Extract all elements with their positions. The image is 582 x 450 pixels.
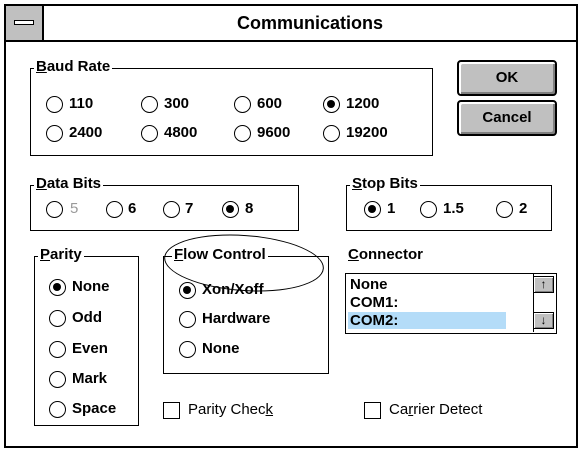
baud-label-300[interactable]: 300 xyxy=(164,95,189,113)
baud-label-4800[interactable]: 4800 xyxy=(164,124,197,142)
system-menu-button[interactable] xyxy=(6,6,44,40)
baud-radio-110[interactable] xyxy=(46,96,63,113)
connector-listbox[interactable]: None COM1: COM2: ↑ ↓ xyxy=(345,273,557,334)
parity-radio-none[interactable] xyxy=(49,279,66,296)
parity-radio-mark[interactable] xyxy=(49,371,66,388)
baud-radio-1200[interactable] xyxy=(323,96,340,113)
data-bits-radio-8[interactable] xyxy=(222,201,239,218)
flow-radio-hardware[interactable] xyxy=(179,311,196,328)
parity-label-mark[interactable]: Mark xyxy=(72,370,107,388)
baud-label-2400[interactable]: 2400 xyxy=(69,124,102,142)
baud-label-600[interactable]: 600 xyxy=(257,95,282,113)
parity-label: Parity xyxy=(38,246,84,263)
carrier-detect-checkbox[interactable] xyxy=(364,402,381,419)
data-bits-radio-7[interactable] xyxy=(163,201,180,218)
connector-item-com1[interactable]: COM1: xyxy=(348,294,506,311)
parity-check-label[interactable]: Parity Check xyxy=(188,401,273,419)
stop-bits-radio-1-5[interactable] xyxy=(420,201,437,218)
parity-radio-even[interactable] xyxy=(49,341,66,358)
baud-label-19200[interactable]: 19200 xyxy=(346,124,388,142)
stop-bits-label-2[interactable]: 2 xyxy=(519,200,527,218)
parity-radio-space[interactable] xyxy=(49,401,66,418)
baud-label-1200[interactable]: 1200 xyxy=(346,95,379,113)
flow-label-none[interactable]: None xyxy=(202,340,240,358)
data-bits-label-8[interactable]: 8 xyxy=(245,200,253,218)
flow-radio-xonxoff[interactable] xyxy=(179,282,196,299)
baud-radio-300[interactable] xyxy=(141,96,158,113)
baud-label-9600[interactable]: 9600 xyxy=(257,124,290,142)
stop-bits-label-1[interactable]: 1 xyxy=(387,200,395,218)
stop-bits-radio-1[interactable] xyxy=(364,201,381,218)
dialog-title: Communications xyxy=(236,13,383,33)
baud-radio-600[interactable] xyxy=(234,96,251,113)
carrier-detect-label[interactable]: Carrier Detect xyxy=(389,401,482,419)
baud-radio-9600[interactable] xyxy=(234,125,251,142)
baud-radio-4800[interactable] xyxy=(141,125,158,142)
connector-label: Connector xyxy=(346,246,426,263)
data-bits-label-6[interactable]: 6 xyxy=(128,200,136,218)
parity-label-space[interactable]: Space xyxy=(72,400,116,418)
connector-scrollbar[interactable]: ↑ ↓ xyxy=(533,274,555,332)
data-bits-label-7[interactable]: 7 xyxy=(185,200,193,218)
baud-label-110[interactable]: 110 xyxy=(69,95,93,113)
baud-radio-2400[interactable] xyxy=(46,125,63,142)
flow-radio-none[interactable] xyxy=(179,341,196,358)
flow-label-hardware[interactable]: Hardware xyxy=(202,310,270,328)
baud-rate-label: Baud Rate xyxy=(34,58,113,75)
ok-button[interactable]: OK xyxy=(457,60,557,96)
data-bits-label-5: 5 xyxy=(70,200,79,217)
data-bits-label: Data Bits xyxy=(34,175,104,192)
connector-item-com2[interactable]: COM2: xyxy=(348,312,506,329)
cancel-button[interactable]: Cancel xyxy=(457,100,557,136)
stop-bits-label-1-5[interactable]: 1.5 xyxy=(443,200,464,218)
data-bits-radio-5[interactable] xyxy=(46,201,63,218)
scroll-down-icon[interactable]: ↓ xyxy=(533,312,554,329)
connector-item-none[interactable]: None xyxy=(348,276,506,293)
scroll-up-icon[interactable]: ↑ xyxy=(533,276,554,293)
parity-radio-odd[interactable] xyxy=(49,310,66,327)
stop-bits-radio-2[interactable] xyxy=(496,201,513,218)
parity-check-checkbox[interactable] xyxy=(163,402,180,419)
baud-radio-19200[interactable] xyxy=(323,125,340,142)
parity-label-odd[interactable]: Odd xyxy=(72,309,102,327)
system-menu-icon xyxy=(14,20,34,25)
parity-label-none[interactable]: None xyxy=(72,278,110,296)
stop-bits-label: Stop Bits xyxy=(350,175,420,192)
data-bits-radio-6[interactable] xyxy=(106,201,123,218)
parity-label-even[interactable]: Even xyxy=(72,340,108,358)
